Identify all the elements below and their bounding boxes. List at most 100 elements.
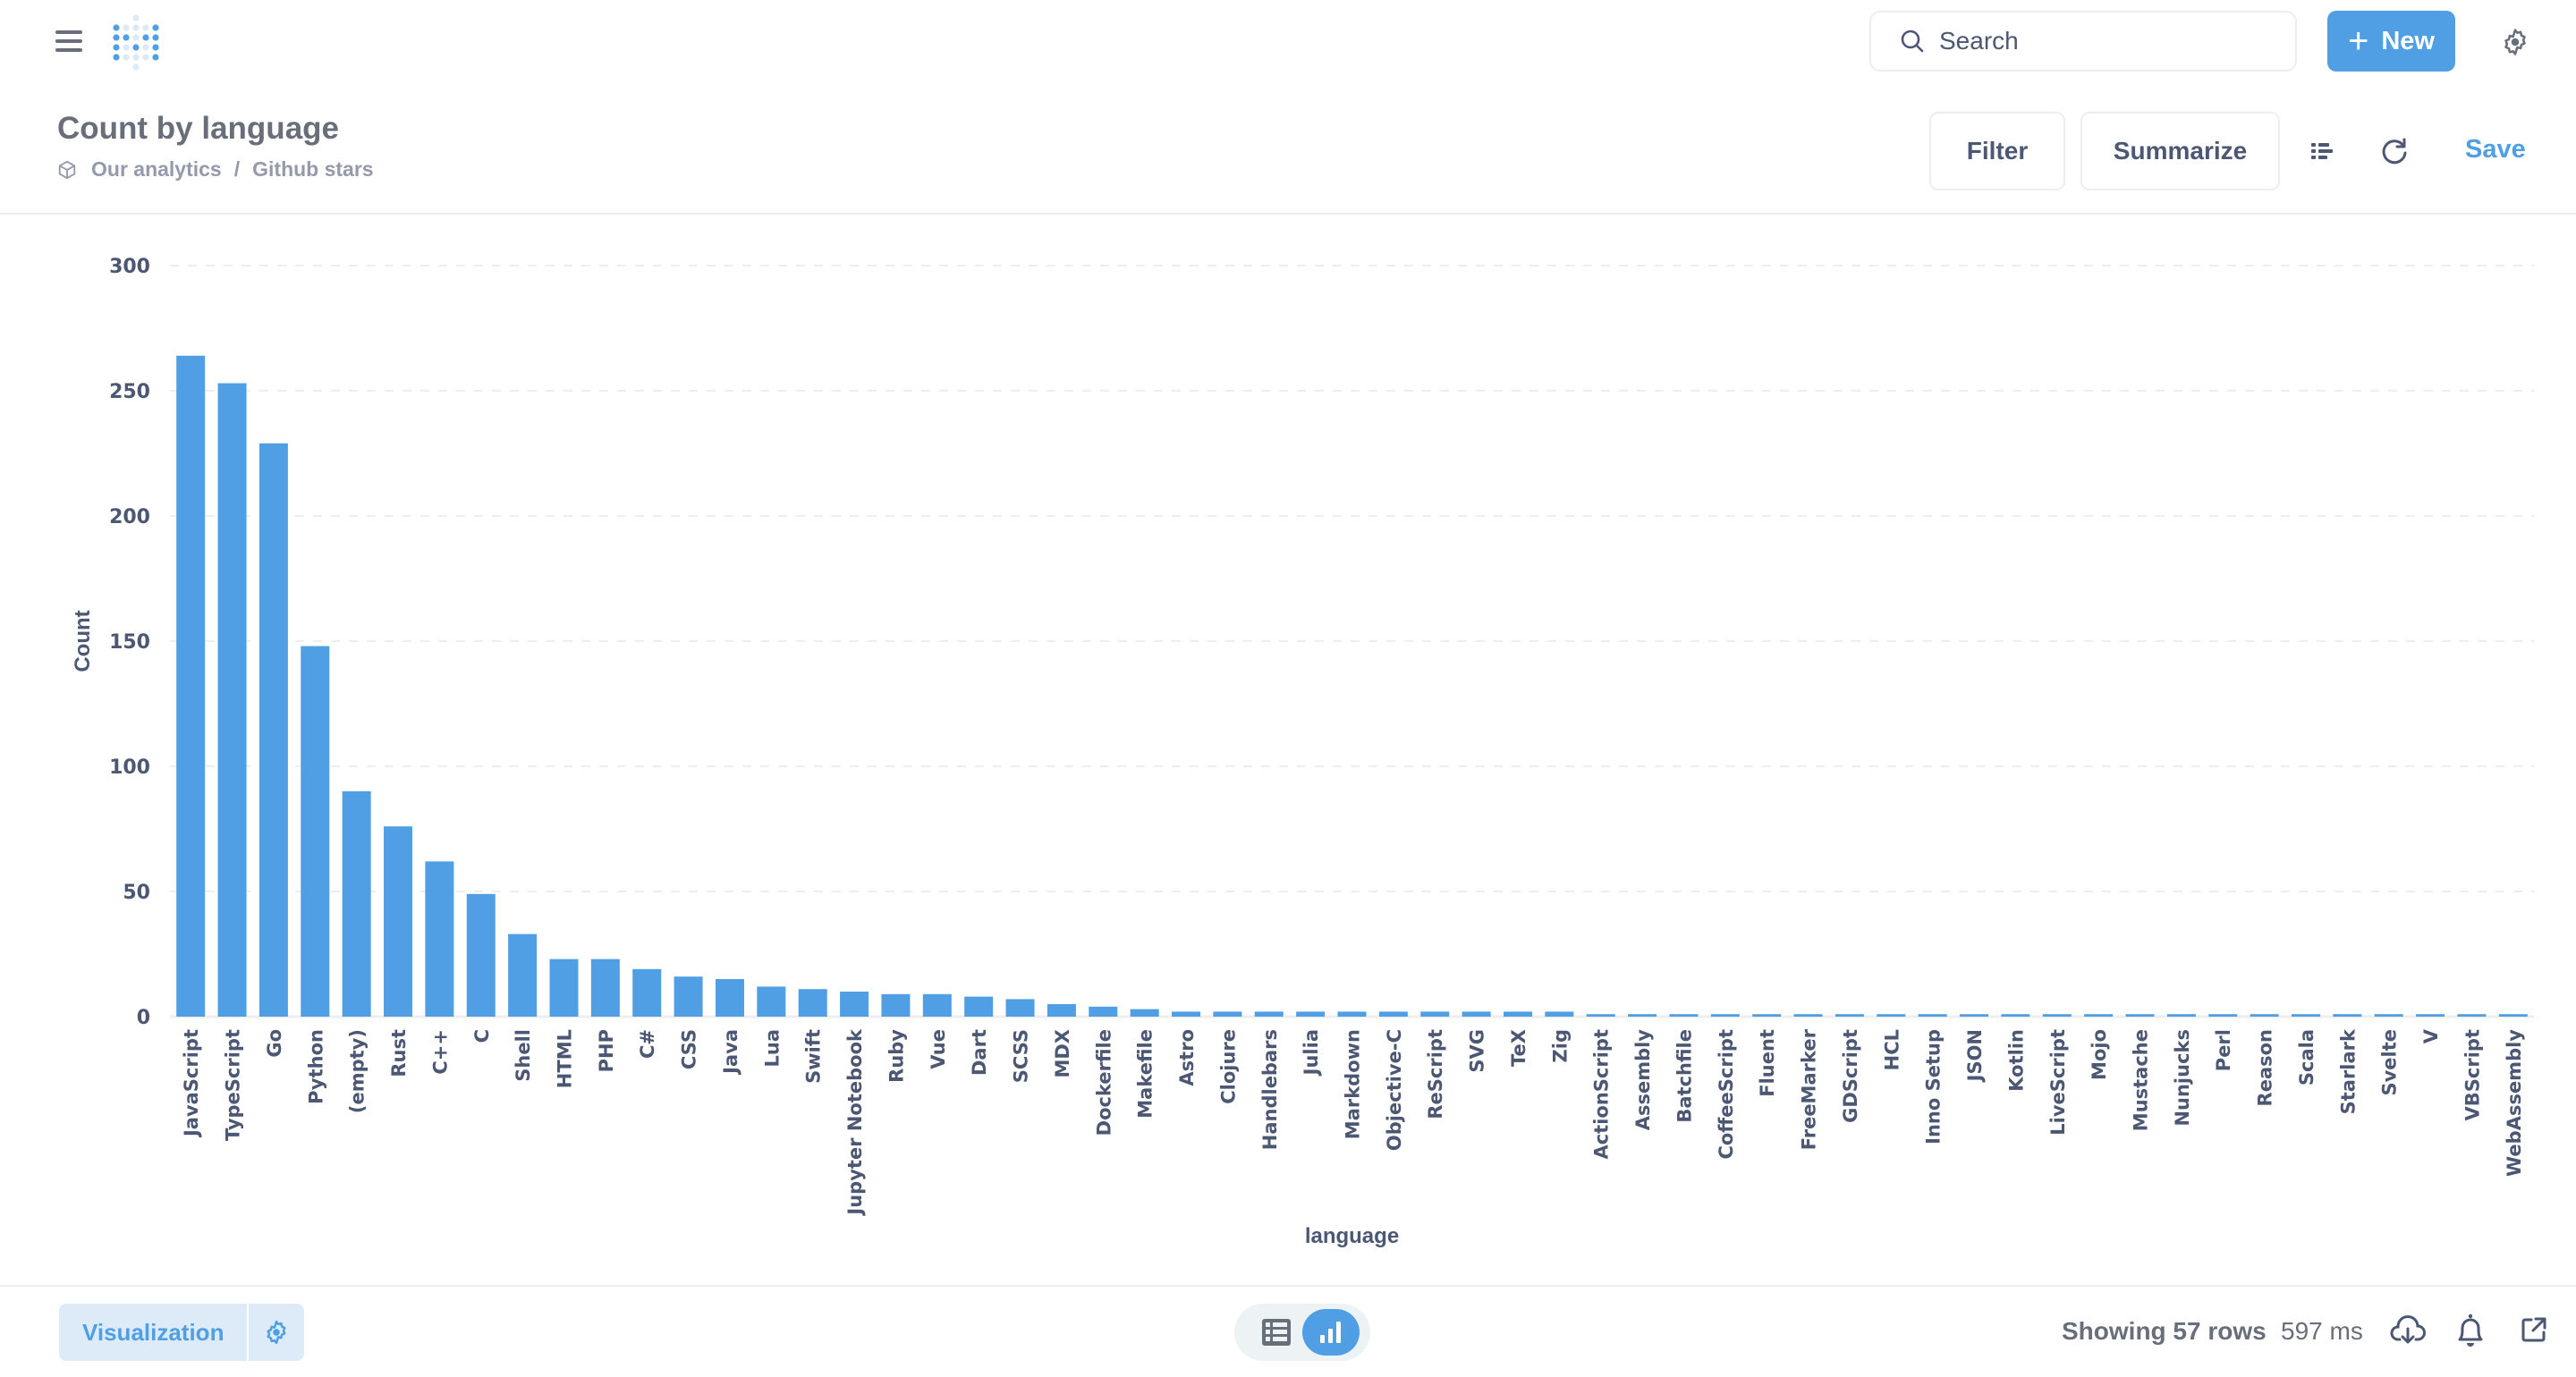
bar-ruby[interactable] [881, 993, 911, 1017]
bar-mustache[interactable] [2125, 1014, 2155, 1017]
hamburger-icon [55, 30, 82, 34]
x-axis-title: language [1305, 1224, 1399, 1248]
bar-livescript[interactable] [2042, 1014, 2072, 1017]
bar-julia[interactable] [1296, 1011, 1326, 1017]
bar-perl[interactable] [2208, 1014, 2238, 1017]
notebook-list-icon[interactable] [2309, 139, 2334, 164]
bar-coffeescript[interactable] [1710, 1014, 1740, 1017]
row-count: Showing 57 rows [2062, 1317, 2267, 1345]
bar-css[interactable] [674, 976, 703, 1017]
breadcrumb-table[interactable]: Github stars [252, 157, 373, 182]
search-box[interactable] [1869, 11, 2297, 72]
search-input[interactable] [1937, 26, 2263, 56]
x-tick-label: V [2420, 1028, 2442, 1043]
bar-javascript[interactable] [176, 355, 206, 1017]
breadcrumb-collection[interactable]: Our analytics [91, 157, 222, 182]
bar-python[interactable] [301, 646, 330, 1017]
save-button[interactable]: Save [2465, 135, 2526, 165]
x-tick-label: Inno Setup [1923, 1029, 1945, 1145]
bar-reason[interactable] [2250, 1014, 2279, 1017]
bar-mdx[interactable] [1046, 1004, 1076, 1017]
new-button[interactable]: + New [2327, 11, 2455, 72]
bar-html[interactable] [549, 959, 579, 1017]
bar-dockerfile[interactable] [1089, 1006, 1118, 1017]
bar-c[interactable] [466, 893, 496, 1017]
bar-actionscript[interactable] [1586, 1014, 1615, 1017]
bar-lua[interactable] [757, 986, 786, 1017]
bar-markdown[interactable] [1337, 1011, 1367, 1017]
search-icon [1901, 30, 1924, 53]
bar-handlebars[interactable] [1254, 1011, 1284, 1017]
bar-swift[interactable] [798, 989, 827, 1017]
chart-view-button[interactable] [1302, 1309, 1360, 1356]
bar-tex[interactable] [1503, 1011, 1532, 1017]
bar-hcl[interactable] [1877, 1014, 1906, 1017]
bar-json[interactable] [1960, 1014, 1989, 1017]
bar--empty-[interactable] [342, 791, 371, 1017]
bar-svg[interactable] [1462, 1011, 1491, 1017]
bar-dart[interactable] [964, 996, 994, 1017]
bar-c#[interactable] [632, 968, 662, 1017]
bar-c++[interactable] [425, 861, 454, 1017]
bar-jupyter-notebook[interactable] [840, 992, 869, 1017]
x-tick-label: Fluent [1757, 1029, 1778, 1097]
filter-button[interactable]: Filter [1929, 112, 2065, 190]
x-tick-label: TypeScript [223, 1029, 244, 1141]
bar-zig[interactable] [1545, 1011, 1574, 1017]
y-tick-label: 50 [123, 882, 150, 904]
bar-go[interactable] [258, 443, 288, 1017]
bar-makefile[interactable] [1130, 1009, 1159, 1017]
cloud-download-icon[interactable] [2390, 1314, 2426, 1347]
bar-inno-setup[interactable] [1918, 1014, 1947, 1017]
logo-icon[interactable] [111, 13, 161, 72]
x-tick-label: Lua [761, 1029, 783, 1068]
bar-scala[interactable] [2291, 1014, 2320, 1017]
bar-starlark[interactable] [2333, 1014, 2362, 1017]
x-tick-label: Nunjucks [2172, 1029, 2193, 1127]
view-toggle [1234, 1304, 1370, 1361]
bell-icon[interactable] [2455, 1313, 2486, 1348]
new-button-label: New [2381, 26, 2435, 55]
x-tick-label: Dart [969, 1029, 990, 1076]
x-tick-label: Perl [2213, 1029, 2234, 1071]
x-tick-label: GDScript [1840, 1029, 1861, 1123]
bar-rust[interactable] [384, 826, 413, 1017]
bar-scss[interactable] [1005, 999, 1035, 1017]
bar-gdscript[interactable] [1835, 1014, 1864, 1017]
bar-typescript[interactable] [217, 383, 247, 1018]
bar-clojure[interactable] [1213, 1011, 1242, 1017]
bar-nunjucks[interactable] [2166, 1014, 2196, 1017]
visualization-controls: Visualization [59, 1304, 305, 1361]
bar-vue[interactable] [922, 993, 952, 1017]
bar-webassembly[interactable] [2498, 1014, 2528, 1017]
bar-svelte[interactable] [2374, 1014, 2403, 1017]
bar-vbscript[interactable] [2457, 1014, 2487, 1017]
bar-mojo[interactable] [2084, 1014, 2114, 1017]
bar-assembly[interactable] [1628, 1014, 1657, 1017]
bar-java[interactable] [715, 979, 744, 1017]
bar-freemarker[interactable] [1793, 1014, 1823, 1017]
bar-batchfile[interactable] [1669, 1014, 1699, 1017]
gear-icon[interactable] [2500, 27, 2530, 57]
bar-astro[interactable] [1172, 1011, 1201, 1017]
bar-objective-c[interactable] [1378, 1011, 1408, 1017]
bar-kotlin[interactable] [2001, 1014, 2030, 1017]
cube-icon [58, 160, 76, 179]
x-tick-label: SCSS [1011, 1029, 1032, 1083]
x-tick-label: Assembly [1632, 1029, 1654, 1131]
summarize-button[interactable]: Summarize [2080, 112, 2280, 190]
y-tick-label: 250 [109, 381, 150, 403]
bar-shell[interactable] [508, 933, 538, 1017]
x-tick-label: Go [264, 1029, 285, 1058]
visualization-button[interactable]: Visualization [59, 1304, 248, 1361]
refresh-icon[interactable] [2379, 136, 2410, 166]
share-icon[interactable] [2521, 1316, 2547, 1343]
bar-rescript[interactable] [1420, 1011, 1450, 1017]
table-icon[interactable] [1261, 1318, 1292, 1347]
bar-php[interactable] [590, 959, 620, 1017]
menu-button[interactable] [55, 30, 82, 54]
bar-v[interactable] [2416, 1014, 2445, 1017]
visualization-settings-button[interactable] [247, 1304, 305, 1361]
bar-fluent[interactable] [1752, 1014, 1782, 1017]
gear-icon [267, 1320, 286, 1345]
